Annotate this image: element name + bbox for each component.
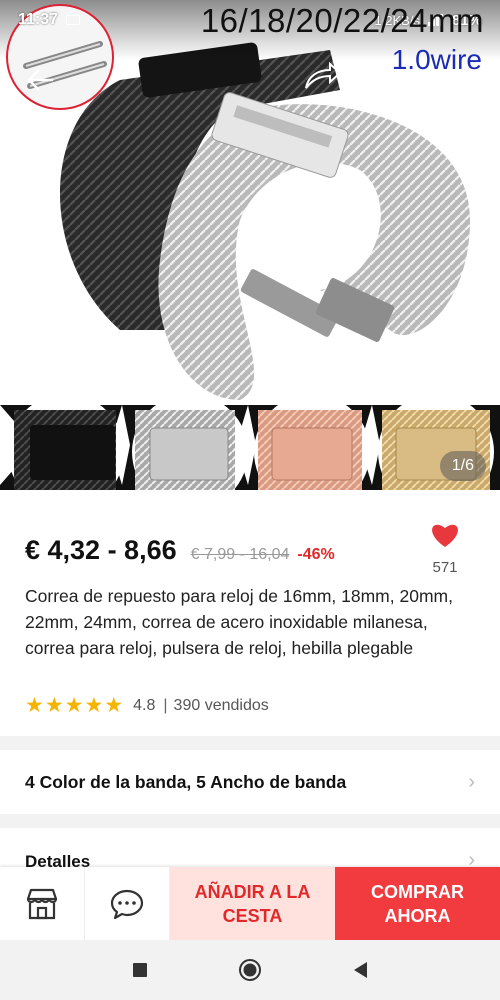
circle-icon xyxy=(239,959,261,981)
arrow-left-icon xyxy=(27,69,54,91)
home-button[interactable] xyxy=(235,955,265,985)
star-icon: ★ xyxy=(64,694,84,717)
chevron-right-icon: › xyxy=(468,770,475,793)
action-bar: AÑADIR A LA CESTA COMPRAR AHORA xyxy=(0,867,500,940)
rating-stars: ★ ★ ★ ★ ★ xyxy=(25,694,124,717)
add-to-cart-button[interactable]: AÑADIR A LA CESTA xyxy=(170,867,335,940)
share-icon xyxy=(305,61,342,89)
system-nav-bar xyxy=(0,940,500,1000)
store-button[interactable] xyxy=(0,867,85,940)
variant-label: 4 Color de la banda, 5 Ancho de banda xyxy=(25,771,347,792)
sim-icon xyxy=(66,15,81,25)
back-button[interactable] xyxy=(20,64,60,96)
chat-button[interactable] xyxy=(85,867,170,940)
triangle-back-icon xyxy=(354,962,367,978)
rating-row[interactable]: ★ ★ ★ ★ ★ 4.8 | 390 vendidos xyxy=(25,694,269,717)
share-button[interactable] xyxy=(298,58,344,98)
store-icon xyxy=(26,888,58,919)
divider: | xyxy=(163,697,168,714)
back-nav-button[interactable] xyxy=(345,955,375,985)
sold-count: 390 vendidos xyxy=(173,697,269,714)
product-image-carousel[interactable]: 11:37 1,2KB/s 81% 16/18/20/22/24mm 1.0wi… xyxy=(0,0,500,500)
discount-badge: -46% xyxy=(297,546,335,563)
original-price: € 7,99 - 16,04 xyxy=(190,546,290,563)
image-pager: 1/6 xyxy=(439,451,486,481)
product-title: Correa de repuesto para reloj de 16mm, 1… xyxy=(25,586,453,658)
price-row: € 4,32 - 8,66 € 7,99 - 16,04 -46% xyxy=(25,535,335,566)
variant-selector[interactable]: 4 Color de la banda, 5 Ancho de banda › xyxy=(0,750,500,814)
buy-now-button[interactable]: COMPRAR AHORA xyxy=(335,867,500,940)
chat-icon xyxy=(110,889,144,919)
wishlist-button[interactable]: 571 xyxy=(420,520,470,576)
heart-icon xyxy=(432,524,458,547)
star-icon: ★ xyxy=(25,694,44,717)
product-info: € 4,32 - 8,66 € 7,99 - 16,04 -46% 571 Co… xyxy=(0,500,500,736)
recents-button[interactable] xyxy=(125,955,155,985)
rating-value: 4.8 xyxy=(133,697,156,714)
star-icon: ★ xyxy=(84,694,104,717)
price: € 4,32 - 8,66 xyxy=(25,535,177,565)
star-icon: ★ xyxy=(44,694,64,717)
image-wire-caption: 1.0wire xyxy=(391,44,482,75)
wishlist-count: 571 xyxy=(432,559,458,576)
square-icon xyxy=(133,963,147,977)
star-icon: ★ xyxy=(104,694,124,717)
image-sizes-caption: 16/18/20/22/24mm xyxy=(200,2,484,39)
status-time: 11:37 xyxy=(18,11,59,28)
